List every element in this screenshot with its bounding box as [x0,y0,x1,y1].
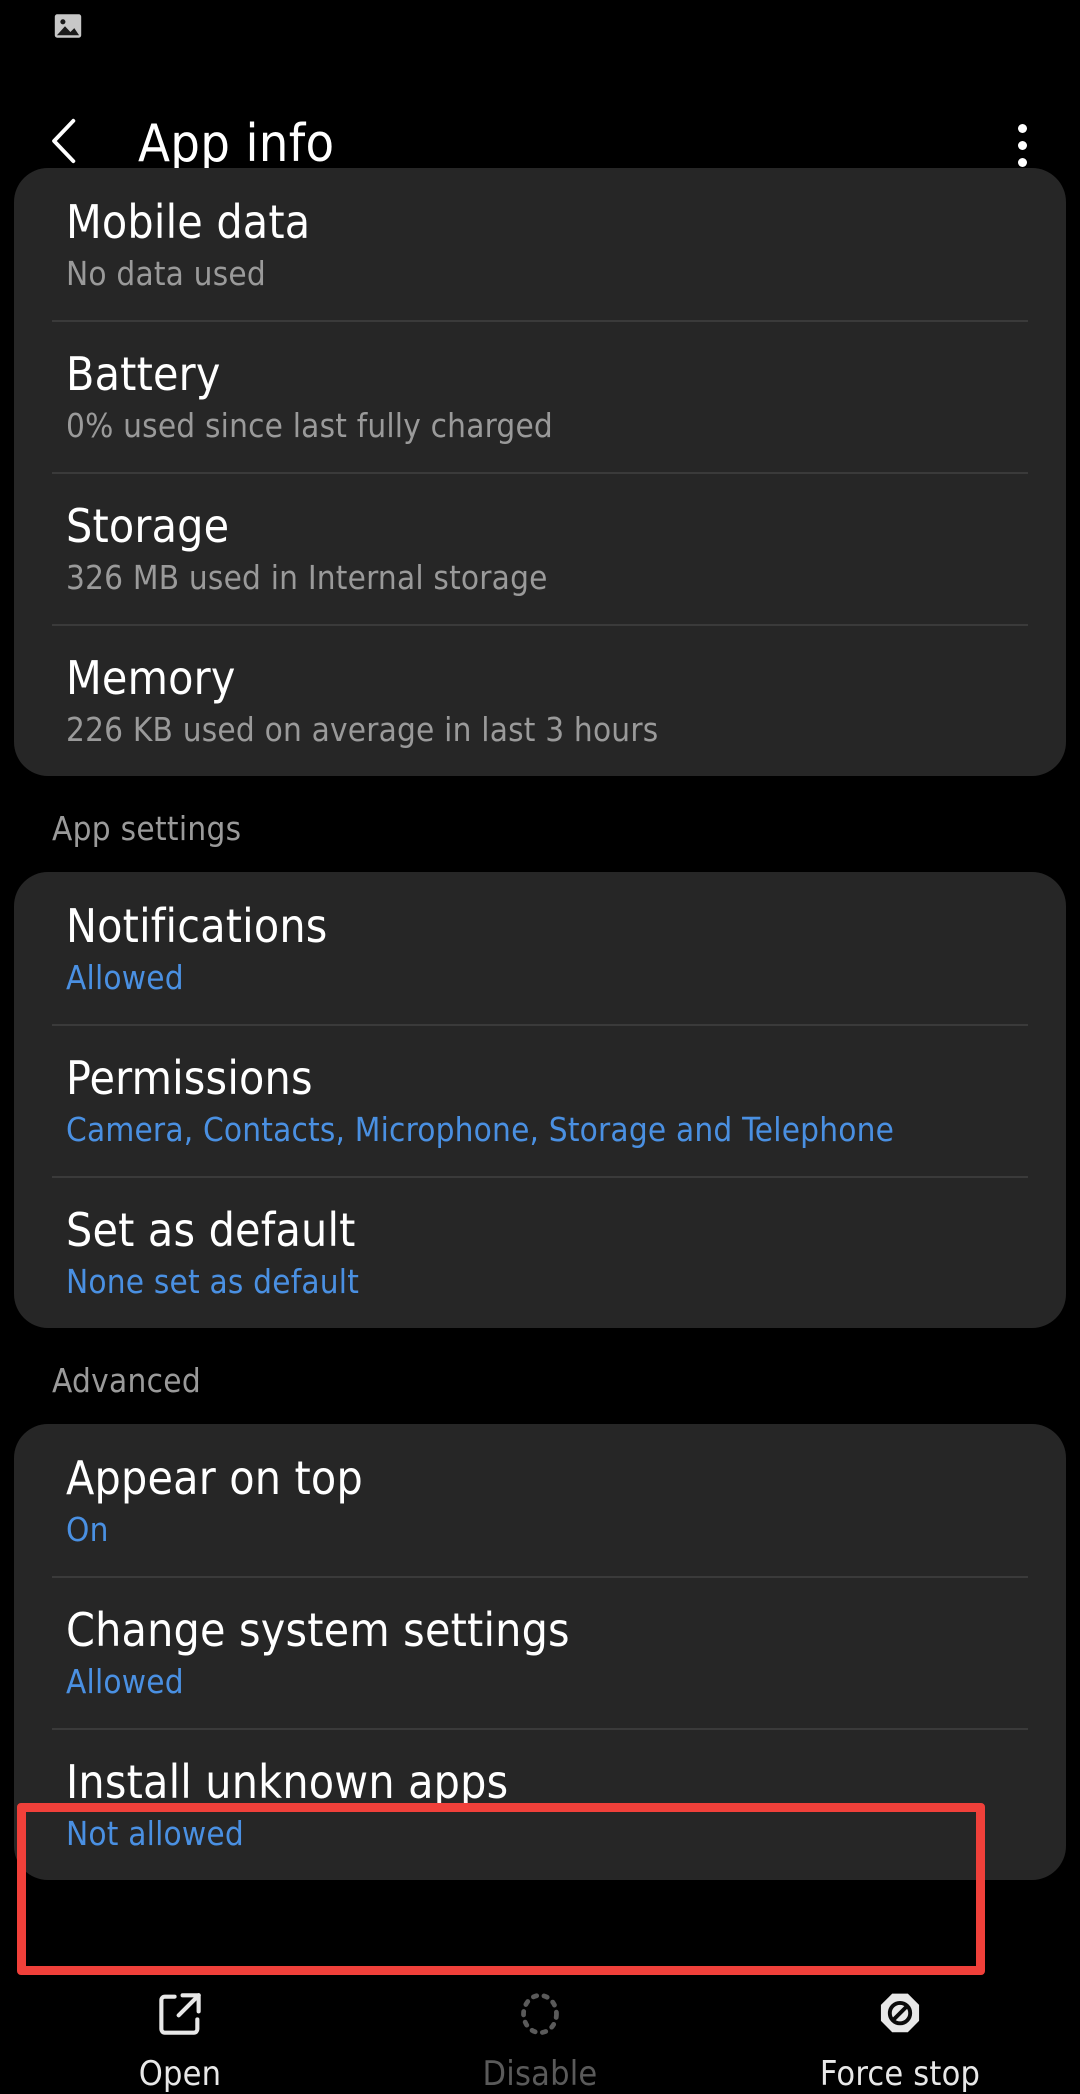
usage-card: Mobile data No data used Battery 0% used… [14,168,1066,776]
action-bar: App info [0,58,1080,168]
list-item-title: Change system settings [66,1602,1014,1658]
back-chevron-icon[interactable] [38,110,94,172]
list-item-subtitle: 326 MB used in Internal storage [66,556,1014,600]
list-item-title: Permissions [66,1050,1014,1106]
bottom-action-bar: Open Disable Force stop [0,1972,1080,2094]
list-item-subtitle: No data used [66,252,1014,296]
status-bar [0,0,1080,58]
list-item-subtitle: On [66,1508,1014,1552]
settings-list: Mobile data No data used Battery 0% used… [0,168,1080,1880]
open-button[interactable]: Open [0,1972,360,2094]
bottom-action-label: Force stop [820,2054,980,2094]
list-item-install-unknown-apps[interactable]: Install unknown apps Not allowed [14,1728,1066,1880]
list-item-title: Battery [66,346,1014,402]
list-item-permissions[interactable]: Permissions Camera, Contacts, Microphone… [14,1024,1066,1176]
bottom-action-label: Open [139,2054,222,2094]
section-header-app-settings: App settings [0,776,1080,872]
list-item-subtitle: Allowed [66,956,1014,1000]
list-item-mobile-data[interactable]: Mobile data No data used [14,168,1066,320]
list-item-subtitle: 0% used since last fully charged [66,404,1014,448]
dashed-circle-icon [512,1986,568,2042]
force-stop-button[interactable]: Force stop [720,1972,1080,2094]
list-item-title: Mobile data [66,194,1014,250]
list-item-subtitle: 226 KB used on average in last 3 hours [66,708,1014,752]
list-item-title: Appear on top [66,1450,1014,1506]
image-notification-icon [50,8,86,44]
list-item-title: Install unknown apps [66,1754,1014,1810]
list-item-subtitle: Camera, Contacts, Microphone, Storage an… [66,1108,1014,1152]
list-item-subtitle: Allowed [66,1660,1014,1704]
list-item-memory[interactable]: Memory 226 KB used on average in last 3 … [14,624,1066,776]
overflow-dot [1018,141,1027,150]
page-title: App info [138,114,334,174]
disable-button[interactable]: Disable [360,1972,720,2094]
list-item-set-as-default[interactable]: Set as default None set as default [14,1176,1066,1328]
block-octagon-icon [872,1986,928,2042]
list-item-notifications[interactable]: Notifications Allowed [14,872,1066,1024]
open-in-new-icon [152,1986,208,2042]
app-info-screen: App info Mobile data No data used Batter… [0,0,1080,2094]
list-item-appear-on-top[interactable]: Appear on top On [14,1424,1066,1576]
section-header-advanced: Advanced [0,1328,1080,1424]
bottom-action-label: Disable [483,2054,598,2094]
list-item-subtitle: Not allowed [66,1812,1014,1856]
list-item-change-system-settings[interactable]: Change system settings Allowed [14,1576,1066,1728]
list-item-title: Set as default [66,1202,1014,1258]
overflow-dot [1018,158,1027,167]
list-item-subtitle: None set as default [66,1260,1014,1304]
advanced-card: Appear on top On Change system settings … [14,1424,1066,1880]
list-item-storage[interactable]: Storage 326 MB used in Internal storage [14,472,1066,624]
list-item-battery[interactable]: Battery 0% used since last fully charged [14,320,1066,472]
list-item-title: Notifications [66,898,1014,954]
app-settings-card: Notifications Allowed Permissions Camera… [14,872,1066,1328]
list-item-title: Memory [66,650,1014,706]
overflow-dot [1018,124,1027,133]
list-item-title: Storage [66,498,1014,554]
